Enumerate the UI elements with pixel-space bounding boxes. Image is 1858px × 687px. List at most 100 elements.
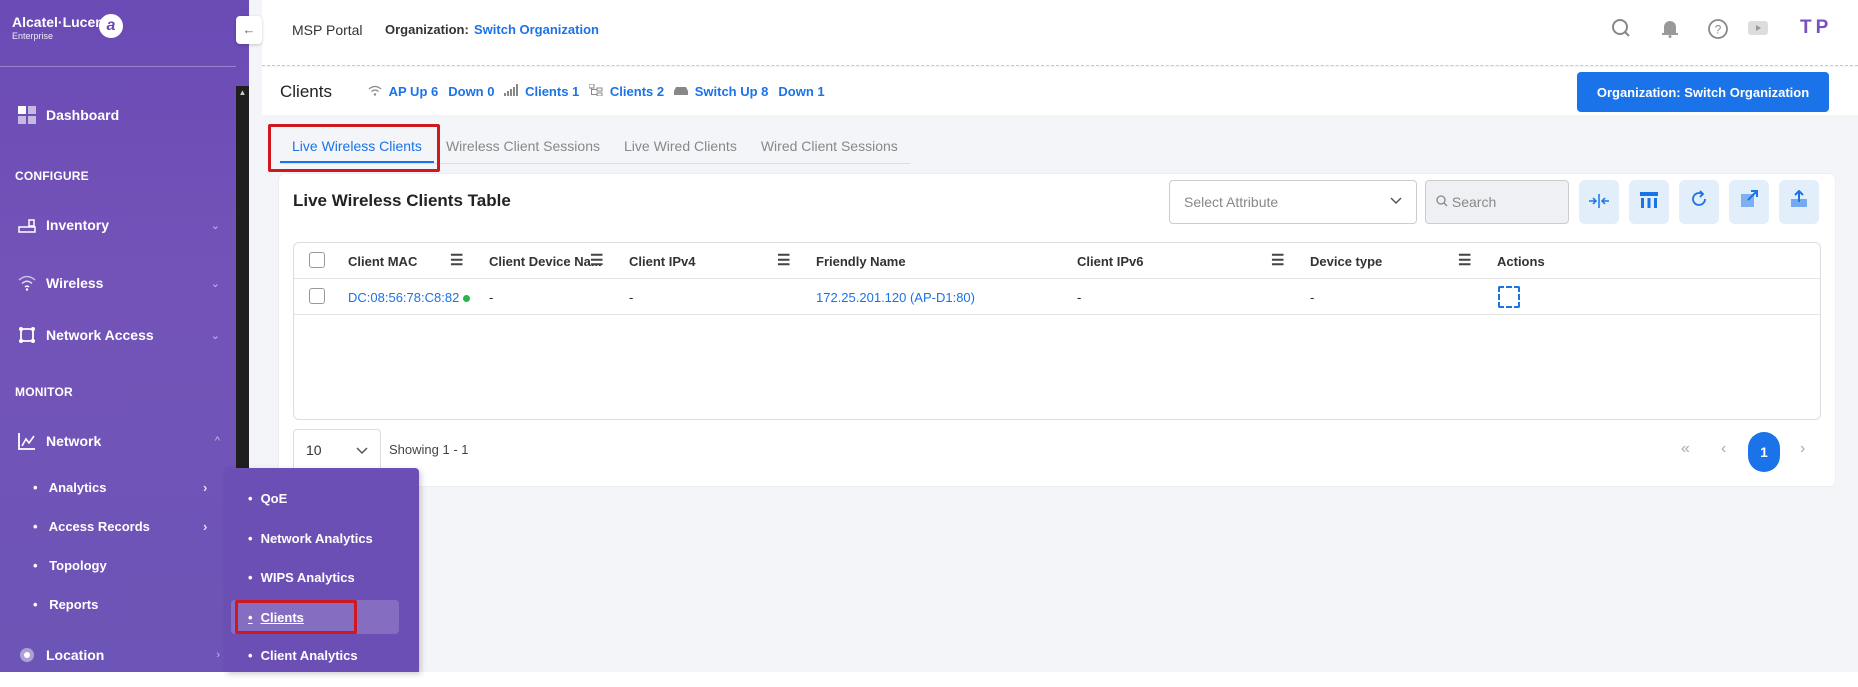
svg-text:?: ? [1715, 23, 1722, 37]
location-pin-icon [16, 644, 38, 666]
chevron-right-icon: › [203, 480, 208, 495]
current-page-button[interactable]: 1 [1748, 432, 1780, 472]
chevron-down-icon [1390, 193, 1402, 208]
wifi-icon [368, 84, 386, 99]
network-analytics-flyout: QoE Network Analytics WIPS Analytics Cli… [225, 468, 419, 672]
sidebar-item-label: Inventory [46, 217, 110, 233]
clients-highlight-box [235, 600, 357, 634]
client-mac-cell[interactable]: DC:08:56:78:C8:82 [348, 290, 471, 305]
flyout-item-wips-analytics[interactable]: WIPS Analytics [248, 570, 355, 585]
tab-wired-client-sessions[interactable]: Wired Client Sessions [749, 128, 910, 163]
column-menu-icon[interactable]: ☰ [590, 251, 603, 269]
column-settings-button[interactable] [1629, 180, 1669, 224]
sidebar-divider [0, 66, 236, 67]
column-header-client-mac[interactable]: Client MAC [348, 254, 417, 269]
sidebar-item-network[interactable]: Network ^ [16, 430, 220, 452]
export-button[interactable] [1779, 180, 1819, 224]
row-checkbox[interactable] [309, 288, 325, 304]
column-header-client-ipv4[interactable]: Client IPv4 [629, 254, 695, 269]
clients-table: Client MAC ☰ Client Device Na... ☰ Clien… [293, 242, 1821, 420]
brand-logo[interactable]: Alcatel·Lucent Enterprise [12, 14, 108, 41]
flyout-item-network-analytics[interactable]: Network Analytics [248, 531, 373, 546]
column-header-actions: Actions [1497, 254, 1545, 269]
table-row[interactable]: DC:08:56:78:C8:82 - - 172.25.201.120 (AP… [294, 279, 1820, 315]
inventory-icon [16, 214, 38, 236]
wifi-clients-stat[interactable]: Clients 1 [504, 84, 579, 99]
sidebar-item-label: Wireless [46, 275, 104, 291]
table-title: Live Wireless Clients Table [293, 191, 511, 210]
column-header-friendly-name[interactable]: Friendly Name [816, 254, 906, 269]
column-menu-icon[interactable]: ☰ [1271, 251, 1284, 269]
column-header-device-type[interactable]: Device type [1310, 254, 1382, 269]
ap-down-stat[interactable]: Down 0 [448, 84, 494, 99]
sidebar-item-label: Dashboard [46, 107, 120, 123]
wired-clients-stat[interactable]: Clients 2 [588, 83, 664, 99]
search-icon[interactable] [1611, 18, 1631, 43]
sidebar-item-label: Location [46, 647, 105, 663]
chevron-down-icon [356, 442, 368, 458]
bell-icon[interactable] [1661, 18, 1679, 43]
search-icon [1436, 194, 1452, 210]
tab-live-wired-clients[interactable]: Live Wired Clients [612, 128, 749, 163]
page-size-select[interactable]: 10 [293, 429, 381, 471]
top-header: MSP Portal Organization: Switch Organiza… [262, 0, 1858, 66]
tab-highlight-box [268, 124, 440, 172]
content-header: Clients AP Up 6 Down 0 Clients 1 Clients… [262, 67, 1858, 115]
sidebar-subitem-reports[interactable]: Reports [33, 597, 98, 612]
user-avatar[interactable]: TP [1800, 17, 1832, 39]
switch-organization-link[interactable]: Switch Organization [474, 22, 599, 37]
sidebar-item-dashboard[interactable]: Dashboard [16, 104, 216, 126]
video-play-icon[interactable] [1747, 18, 1769, 43]
flyout-item-client-analytics[interactable]: Client Analytics [248, 648, 358, 663]
column-menu-icon[interactable]: ☰ [450, 251, 463, 269]
sidebar-item-location[interactable]: Location › [16, 644, 220, 666]
collapse-sidebar-button[interactable]: ← [236, 16, 262, 44]
help-icon[interactable]: ? [1707, 18, 1729, 45]
column-header-client-device-name[interactable]: Client Device Na... [489, 254, 602, 269]
select-attribute-dropdown[interactable]: Select Attribute [1169, 180, 1417, 224]
table-header: Client MAC ☰ Client Device Na... ☰ Clien… [294, 243, 1820, 279]
friendly-name-cell[interactable]: 172.25.201.120 (AP-D1:80) [816, 290, 975, 305]
sidebar-subitem-analytics[interactable]: Analytics › [33, 480, 208, 495]
ipv4-cell: - [629, 290, 634, 305]
showing-range: Showing 1 - 1 [389, 442, 469, 457]
column-menu-icon[interactable]: ☰ [777, 251, 790, 269]
open-external-button[interactable] [1729, 180, 1769, 224]
chevron-right-icon: › [203, 519, 208, 534]
expand-details-icon[interactable] [1498, 286, 1520, 308]
search-input[interactable]: Search [1425, 180, 1569, 224]
refresh-button[interactable] [1679, 180, 1719, 224]
flyout-item-qoe[interactable]: QoE [248, 491, 288, 506]
switch-up-stat[interactable]: Switch Up 8 [674, 84, 768, 99]
organization-label: Organization: [385, 22, 469, 37]
ap-stat[interactable]: AP Up 6 [368, 84, 438, 99]
sidebar-subitem-access-records[interactable]: Access Records › [33, 519, 208, 534]
device-name-cell: - [489, 290, 494, 305]
sidebar: Alcatel·Lucent Enterprise a Dashboard CO… [0, 0, 249, 672]
switch-icon [674, 84, 692, 99]
switch-down-stat[interactable]: Down 1 [778, 84, 824, 99]
scroll-up-icon[interactable]: ▲ [236, 88, 249, 97]
signal-bars-icon [504, 84, 522, 99]
tab-wireless-client-sessions[interactable]: Wireless Client Sessions [434, 128, 612, 163]
brand-mark-icon: a [99, 14, 123, 38]
sidebar-subitem-topology[interactable]: Topology [33, 558, 107, 573]
column-menu-icon[interactable]: ☰ [1458, 251, 1471, 269]
next-page-icon[interactable]: › [1800, 440, 1805, 458]
chevron-down-icon: ⌄ [210, 329, 220, 342]
first-page-icon[interactable]: « [1681, 440, 1690, 458]
sidebar-item-label: Network Access [46, 327, 154, 343]
switch-organization-button[interactable]: Organization: Switch Organization [1577, 72, 1829, 112]
prev-page-icon[interactable]: ‹ [1721, 440, 1726, 458]
column-header-client-ipv6[interactable]: Client IPv6 [1077, 254, 1143, 269]
sidebar-item-wireless[interactable]: Wireless ⌄ [16, 272, 220, 294]
sidebar-item-inventory[interactable]: Inventory ⌄ [16, 214, 220, 236]
page-title: Clients [280, 82, 332, 101]
select-all-checkbox[interactable] [309, 252, 325, 268]
brand-name: Alcatel·Lucent [12, 14, 109, 30]
resize-columns-button[interactable] [1579, 180, 1619, 224]
sidebar-item-network-access[interactable]: Network Access ⌄ [16, 324, 220, 346]
network-tree-icon [588, 83, 607, 99]
portal-name: MSP Portal [292, 22, 363, 38]
section-monitor: MONITOR [15, 385, 73, 399]
